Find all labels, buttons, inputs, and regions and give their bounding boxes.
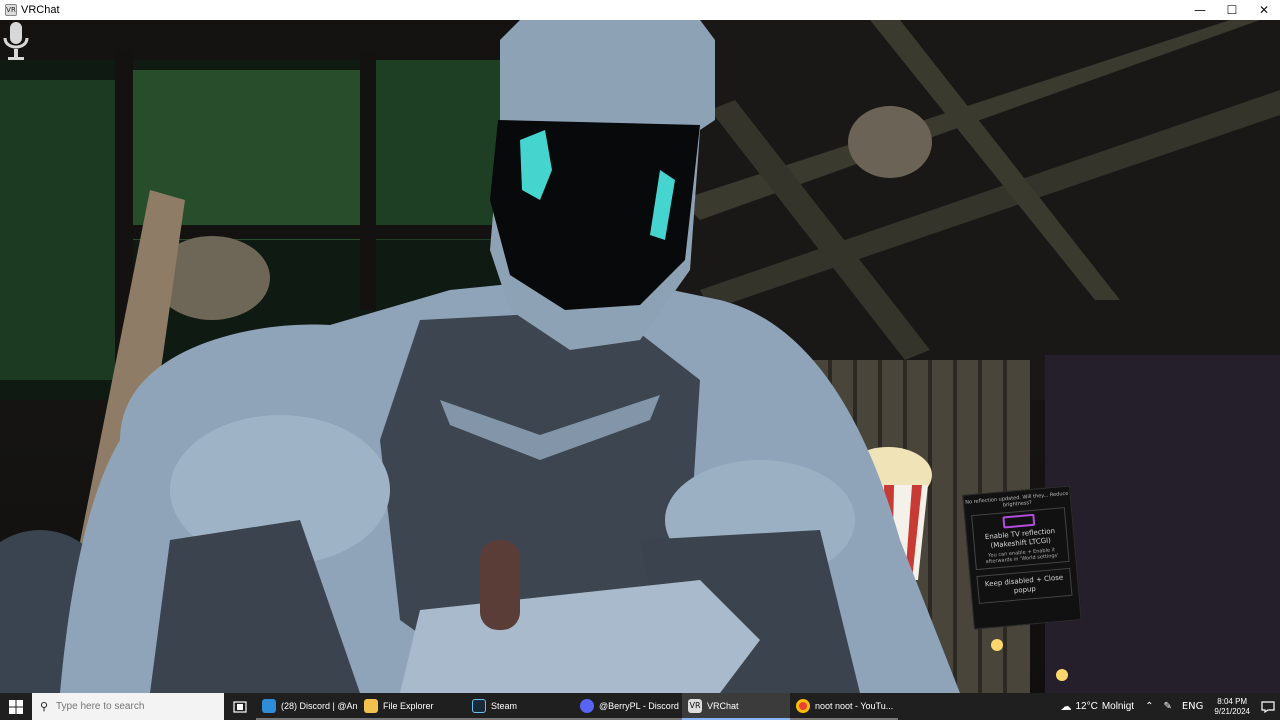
tv-screen [1045,355,1280,693]
avatar-object [480,540,520,630]
tv-reflection-popup: No reflection updated. Will they... Redu… [962,485,1082,630]
windows-logo-icon [9,699,23,714]
weather-widget[interactable]: ☁ 12°C Molnigt [1054,700,1140,713]
taskbar-item-file-explorer[interactable]: File Explorer [358,693,466,720]
weather-temp: 12°C [1075,701,1098,712]
weather-desc: Molnigt [1101,701,1135,712]
folder-icon [364,698,378,713]
taskbar-item-edge-discord[interactable]: (28) Discord | @An... [256,693,358,720]
search-icon: ⚲ [39,700,49,713]
close-icon[interactable]: ✕ [1248,0,1280,20]
taskbar-item-steam[interactable]: Steam [466,693,574,720]
chevron-up-icon[interactable]: ⌃ [1140,701,1158,712]
popup-accent-swatch [1002,513,1036,529]
taskbar-item-label: Steam [491,700,518,711]
keep-disabled-button[interactable]: Keep disabled + Close popup [976,567,1073,604]
discord-icon [580,698,594,713]
candle-flame [991,639,1003,651]
game-viewport[interactable]: No reflection updated. Will they... Redu… [0,20,1280,693]
taskbar: ⚲ (28) Discord | @An... File Explorer St… [0,693,1280,720]
microphone-icon [3,22,29,60]
forest-foliage-left [0,80,120,380]
clock[interactable]: 8:04 PM 9/21/2024 [1208,697,1256,717]
enable-tv-reflection-button[interactable]: Enable TV reflection (Makeshift LTCGI) Y… [971,507,1070,571]
vrchat-app-icon: VR [5,4,17,16]
forest-foliage-right [360,60,500,240]
search-input[interactable] [56,701,216,712]
taskbar-search[interactable]: ⚲ [32,693,224,720]
clock-date: 9/21/2024 [1214,706,1250,716]
task-view-icon [233,700,247,713]
window-frame-top [0,20,520,60]
taskbar-item-label: VRChat [707,700,739,711]
clock-time: 8:04 PM [1217,696,1248,706]
minimize-icon[interactable]: — [1184,0,1216,20]
candle-flame [1056,669,1068,681]
window-frame-post [360,50,376,310]
taskbar-item-label: File Explorer [383,700,434,711]
taskbar-item-label: @BerryPL - Discord [599,700,679,711]
taskbar-item-label: (28) Discord | @An... [281,700,358,711]
cloud-icon: ☁ [1060,700,1072,713]
pen-icon[interactable]: ✎ [1158,701,1176,712]
taskbar-item-label: noot noot - YouTu... [815,700,894,711]
window-title: VRChat [21,4,60,16]
window-controls: — ☐ ✕ [1184,0,1280,20]
notification-glyph [1261,700,1275,713]
notification-icon[interactable] [1256,700,1280,713]
edge-icon [262,698,276,713]
taskbar-item-vrchat[interactable]: VR VRChat [682,693,790,720]
hanging-lamp [848,106,932,178]
chrome-icon [796,698,810,713]
taskbar-item-chrome[interactable]: noot noot - YouTu... [790,693,898,720]
game-scene [0,20,1280,693]
taskbar-item-discord[interactable]: @BerryPL - Discord [574,693,682,720]
task-view-button[interactable] [224,693,256,720]
start-button[interactable] [0,693,32,720]
maximize-icon[interactable]: ☐ [1216,0,1248,20]
language-indicator[interactable]: ENG [1177,701,1209,712]
system-tray: ☁ 12°C Molnigt ⌃ ✎ ENG 8:04 PM 9/21/2024 [1054,693,1280,720]
steam-icon [472,698,486,713]
vrchat-icon: VR [688,698,702,713]
window-titlebar: VR VRChat — ☐ ✕ [0,0,1280,20]
